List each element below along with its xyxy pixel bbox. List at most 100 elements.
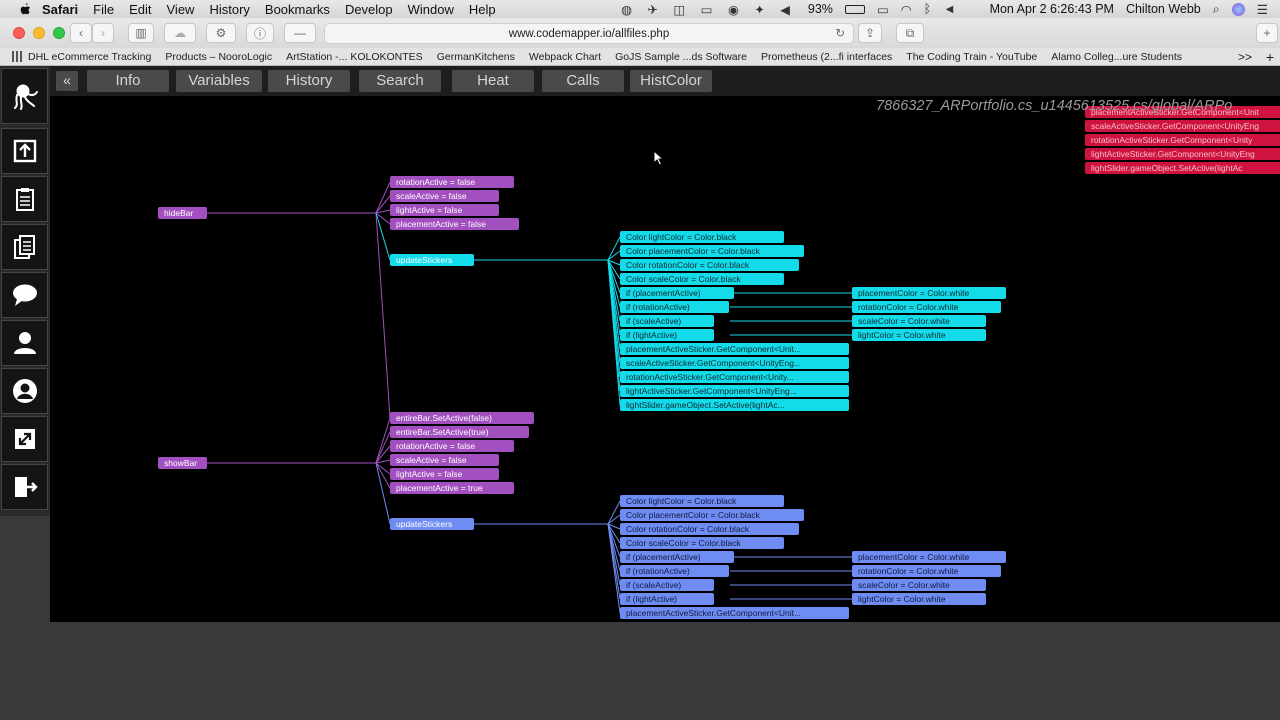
collapse-sidebar-button[interactable]: « (56, 71, 78, 91)
clipboard-button[interactable] (1, 176, 48, 222)
node-hidebar-child[interactable]: rotationActive = false (390, 176, 514, 188)
node-red-callsite[interactable]: scaleActiveSticker.GetComponent<UnityEng (1085, 120, 1280, 132)
code-graph-canvas[interactable]: hideBar rotationActive = false scaleActive… (50, 96, 1280, 622)
apple-logo-icon[interactable] (18, 2, 32, 16)
bookmark-prometheus[interactable]: Prometheus (2...fi interfaces (761, 51, 892, 63)
logo-button[interactable] (1, 68, 48, 124)
tab-info[interactable]: Info (87, 70, 169, 92)
node-red-callsite[interactable]: lightActiveSticker.GetComponent<UnityEng (1085, 148, 1280, 160)
node-red-callsite[interactable]: rotationActiveSticker.GetComponent<Unity (1085, 134, 1280, 146)
battery-percent[interactable]: 93% (808, 2, 833, 16)
node-red-callsite[interactable]: lightSlider.gameObject.SetActive(lightAc (1085, 162, 1280, 174)
node-update2-child[interactable]: if (scaleActive) (620, 579, 714, 591)
bluetooth-icon[interactable]: ᛒ (924, 2, 932, 16)
menu-edit[interactable]: Edit (129, 2, 151, 17)
node-update1-child[interactable]: if (scaleActive) (620, 315, 714, 327)
node-update2-child[interactable]: Color scaleColor = Color.black (620, 537, 784, 549)
resize-button[interactable] (1, 416, 48, 462)
node-update2-leaf[interactable]: lightColor = Color.white (852, 593, 986, 605)
node-hidebar[interactable]: hideBar (158, 207, 207, 219)
node-update2-leaf[interactable]: scaleColor = Color.white (852, 579, 986, 591)
node-showbar-child[interactable]: entireBar.SetActive(true) (390, 426, 529, 438)
node-update1-child[interactable]: Color scaleColor = Color.black (620, 273, 784, 285)
node-hidebar-child[interactable]: placementActive = false (390, 218, 519, 230)
call-tree-graph[interactable]: hideBar rotationActive = false scaleActive… (50, 96, 1280, 622)
bookmark-gojs[interactable]: GoJS Sample ...ds Software (615, 51, 747, 63)
add-bookmark-button[interactable]: + (1266, 49, 1274, 65)
node-update2-leaf[interactable]: rotationColor = Color.white (852, 565, 1001, 577)
node-update1-leaf[interactable]: rotationColor = Color.white (852, 301, 1001, 313)
tab-search[interactable]: Search (359, 70, 441, 92)
node-update2-child[interactable]: if (lightActive) (620, 593, 714, 605)
node-update1-child[interactable]: Color lightColor = Color.black (620, 231, 784, 243)
node-update1-child[interactable]: lightActiveSticker.GetComponent<UnityEng… (620, 385, 849, 397)
upload-button[interactable] (1, 128, 48, 174)
menu-window[interactable]: Window (408, 2, 454, 17)
menu-file[interactable]: File (93, 2, 114, 17)
node-updatestickers-1[interactable]: updateStickers (390, 254, 474, 266)
menu-history[interactable]: History (209, 2, 249, 17)
menu-safari[interactable]: Safari (42, 2, 78, 17)
tab-heat[interactable]: Heat (452, 70, 534, 92)
node-update1-child[interactable]: rotationActiveSticker.GetComponent<Unity… (620, 371, 849, 383)
node-update1-child[interactable]: placementActiveSticker.GetComponent<Unit… (620, 343, 849, 355)
node-update1-child[interactable]: lightSlider.gameObject.SetActive(lightAc… (620, 399, 849, 411)
node-updatestickers-2[interactable]: updateStickers (390, 518, 474, 530)
bookmark-webpack-chart[interactable]: Webpack Chart (529, 51, 601, 63)
info-icon[interactable]: ⓘ (246, 23, 274, 43)
notification-center-icon[interactable]: ☰ (1257, 2, 1268, 17)
tab-calls[interactable]: Calls (542, 70, 624, 92)
node-update2-child[interactable]: if (placementActive) (620, 551, 734, 563)
tab-variables[interactable]: Variables (176, 70, 262, 92)
battery-icon[interactable] (844, 5, 865, 14)
close-window-icon[interactable] (13, 27, 25, 39)
siri-icon[interactable] (1231, 2, 1245, 16)
node-update1-leaf[interactable]: lightColor = Color.white (852, 329, 986, 341)
node-hidebar-child[interactable]: scaleActive = false (390, 190, 499, 202)
zoom-window-icon[interactable] (53, 27, 65, 39)
spotlight-icon[interactable]: ⌕ (1213, 2, 1220, 17)
menu-view[interactable]: View (167, 2, 195, 17)
menu-help[interactable]: Help (469, 2, 496, 17)
minus-icon[interactable]: — (284, 23, 316, 43)
wifi-icon[interactable]: ◠ (901, 2, 912, 17)
node-showbar[interactable]: showBar (158, 457, 207, 469)
bookmark-alamo-college[interactable]: Alamo Colleg...ure Students (1051, 51, 1182, 63)
bookmarks-overflow-button[interactable]: >> (1238, 50, 1252, 64)
node-update2-child[interactable]: if (rotationActive) (620, 565, 729, 577)
bookmark-coding-train[interactable]: The Coding Train - YouTube (906, 51, 1037, 63)
icloud-tabs-icon[interactable]: ☁ (164, 23, 196, 43)
node-update2-leaf[interactable]: placementColor = Color.white (852, 551, 1006, 563)
forward-button[interactable]: › (92, 23, 114, 43)
node-update1-child[interactable]: if (lightActive) (620, 329, 714, 341)
node-update1-leaf[interactable]: placementColor = Color.white (852, 287, 1006, 299)
node-hidebar-child[interactable]: lightActive = false (390, 204, 499, 216)
node-update2-child[interactable]: Color lightColor = Color.black (620, 495, 784, 507)
minimize-window-icon[interactable] (33, 27, 45, 39)
node-showbar-child[interactable]: lightActive = false (390, 468, 499, 480)
chat-button[interactable] (1, 272, 48, 318)
bookmark-dhl[interactable]: DHL eCommerce Tracking (28, 51, 151, 63)
node-showbar-child[interactable]: scaleActive = false (390, 454, 499, 466)
address-bar[interactable]: www.codemapper.io/allfiles.php ↻ (324, 23, 854, 44)
node-update2-child[interactable]: Color placementColor = Color.black (620, 509, 804, 521)
node-showbar-child[interactable]: placementActive = true (390, 482, 514, 494)
grid-icon[interactable] (12, 51, 23, 62)
menu-bookmarks[interactable]: Bookmarks (265, 2, 330, 17)
user-name[interactable]: Chilton Webb (1126, 2, 1201, 16)
profile-button[interactable] (1, 368, 48, 414)
node-update1-child[interactable]: Color rotationColor = Color.black (620, 259, 799, 271)
tabs-overview-icon[interactable]: ⧉ (896, 23, 924, 43)
person-button[interactable] (1, 320, 48, 366)
node-update1-leaf[interactable]: scaleColor = Color.white (852, 315, 986, 327)
node-update1-child[interactable]: Color placementColor = Color.black (620, 245, 804, 257)
share-icon[interactable]: ⇪ (858, 23, 882, 43)
reload-icon[interactable]: ↻ (835, 24, 845, 44)
back-button[interactable]: ‹ (70, 23, 92, 43)
new-tab-button[interactable]: + (1256, 23, 1278, 43)
exit-button[interactable] (1, 464, 48, 510)
clock[interactable]: Mon Apr 2 6:26:43 PM (990, 2, 1114, 16)
node-showbar-child[interactable]: entireBar.SetActive(false) (390, 412, 534, 424)
node-update2-child[interactable]: Color rotationColor = Color.black (620, 523, 799, 535)
bookmark-noorologic[interactable]: Products – NooroLogic (165, 51, 272, 63)
